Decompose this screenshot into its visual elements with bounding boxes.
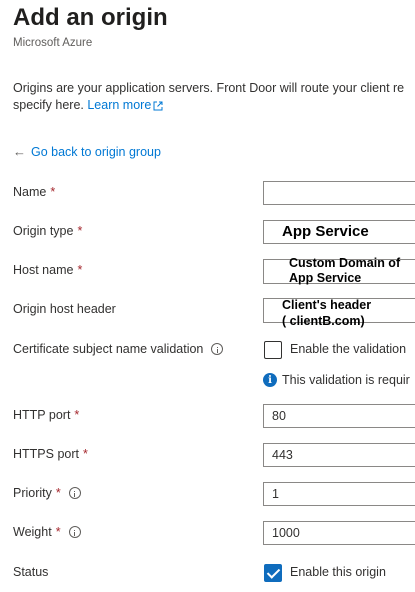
page-subtitle: Microsoft Azure [13, 37, 93, 49]
back-to-origin-group-link[interactable]: ← Go back to origin group [13, 144, 161, 159]
required-mark: * [55, 486, 61, 500]
cert-validation-checkbox[interactable] [264, 341, 282, 359]
priority-input[interactable]: 1 [263, 482, 415, 506]
required-mark: * [83, 447, 88, 461]
origin-type-row: Origin type * App Service [0, 220, 415, 244]
priority-row: Priority * 1 [0, 482, 415, 506]
status-checkbox-label[interactable]: Enable this origin [290, 565, 386, 579]
required-mark: * [50, 185, 56, 199]
host-name-row: Host name * Custom Domain of App Service [0, 256, 415, 285]
host-name-line-1: Custom Domain of [289, 256, 401, 270]
origin-host-header-label: Origin host header [13, 302, 116, 316]
info-filled-icon: i [263, 373, 277, 387]
priority-label: Priority * [13, 486, 81, 500]
required-mark: * [77, 263, 83, 277]
description: Origins are your application servers. Fr… [13, 80, 415, 114]
status-row: Status Enable this origin [0, 561, 415, 585]
https-port-input[interactable]: 443 [263, 443, 415, 467]
origin-host-header-line-1: Client's header [282, 298, 372, 312]
weight-label: Weight * [13, 525, 81, 539]
description-line-2: specify here. [13, 98, 84, 112]
http-port-label: HTTP port * [13, 408, 80, 422]
validation-note-text: This validation is requir [282, 373, 410, 387]
origin-type-select[interactable]: App Service [263, 220, 415, 244]
http-port-row: HTTP port * 80 [0, 404, 415, 428]
required-mark: * [77, 224, 83, 238]
http-port-input[interactable]: 80 [263, 404, 415, 428]
status-checkbox[interactable] [264, 564, 282, 582]
status-label: Status [13, 565, 49, 579]
origin-type-label: Origin type * [13, 224, 83, 238]
info-icon[interactable] [68, 487, 81, 499]
cert-validation-label: Certificate subject name validation [13, 342, 224, 356]
info-icon[interactable] [68, 526, 81, 538]
origin-type-value: App Service [282, 223, 369, 240]
required-mark: * [55, 525, 61, 539]
name-input[interactable] [263, 181, 415, 205]
learn-more-label: Learn more [87, 98, 152, 112]
back-link-label: Go back to origin group [31, 144, 161, 159]
origin-host-header-row: Origin host header Client's header ( cli… [0, 298, 415, 328]
host-name-label: Host name * [13, 263, 83, 277]
name-row: Name * [0, 181, 415, 205]
cert-validation-row: Certificate subject name validation Enab… [0, 338, 415, 362]
description-line-1: Origins are your application servers. Fr… [13, 81, 405, 95]
external-link-icon [153, 101, 163, 111]
cert-validation-checkbox-label[interactable]: Enable the validation [290, 342, 406, 356]
required-mark: * [74, 408, 80, 422]
page-title: Add an origin [13, 4, 168, 31]
arrow-left-icon: ← [13, 144, 26, 159]
weight-input[interactable]: 1000 [263, 521, 415, 545]
https-port-label: HTTPS port * [13, 447, 88, 461]
weight-row: Weight * 1000 [0, 521, 415, 545]
origin-host-header-input[interactable]: Client's header ( clientB.com) [263, 298, 415, 328]
https-port-row: HTTPS port * 443 [0, 443, 415, 467]
learn-more-link[interactable]: Learn more [87, 98, 163, 112]
host-name-line-2: App Service [289, 271, 362, 285]
info-icon[interactable] [211, 343, 224, 355]
origin-host-header-line-2: ( clientB.com) [282, 314, 365, 328]
host-name-select[interactable]: Custom Domain of App Service [263, 256, 415, 285]
name-label: Name * [13, 185, 56, 199]
validation-note: i This validation is requir [263, 373, 410, 387]
